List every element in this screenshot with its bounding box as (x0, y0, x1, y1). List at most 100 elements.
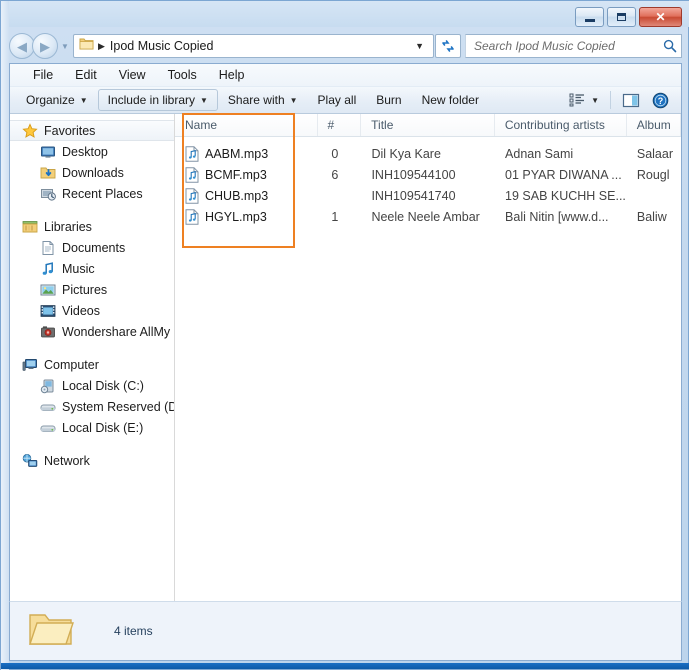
menu-help[interactable]: Help (208, 66, 256, 84)
sidebar-item-label: Recent Places (62, 187, 143, 201)
desktop-icon (40, 144, 56, 160)
local-disk-icon (40, 378, 56, 394)
play-all-label: Play all (318, 93, 357, 107)
minimize-button[interactable] (575, 7, 604, 27)
search-input[interactable] (474, 39, 663, 53)
computer-icon (22, 357, 38, 373)
cell-artists: 19 SAB KUCHH SE... (495, 189, 627, 203)
column-header-title[interactable]: Title (361, 114, 495, 136)
sidebar-item-label: Documents (62, 241, 125, 255)
burn-button[interactable]: Burn (366, 89, 411, 111)
sidebar-gap (10, 204, 174, 216)
file-list-pane[interactable]: Name # Title Contributing artists Album (175, 114, 681, 661)
sidebar-item-libraries[interactable]: Libraries (10, 216, 174, 237)
documents-icon (40, 240, 56, 256)
videos-icon (40, 303, 56, 319)
cell-number: 0 (317, 147, 361, 161)
address-dropdown-button[interactable]: ▼ (408, 41, 431, 51)
close-button[interactable]: ✕ (639, 7, 682, 27)
menu-file[interactable]: File (22, 66, 64, 84)
cell-album: Rougl (627, 168, 681, 182)
sidebar-item-label: Wondershare AllMy (62, 325, 170, 339)
cell-title: Dil Kya Kare (361, 147, 495, 161)
cell-name[interactable]: CHUB.mp3 (175, 188, 317, 204)
change-view-button[interactable]: ▼ (563, 89, 605, 111)
sidebar-item-videos[interactable]: Videos (10, 300, 174, 321)
file-name-label: BCMF.mp3 (205, 168, 267, 182)
mp3-file-icon (185, 209, 199, 225)
cell-name[interactable]: HGYL.mp3 (175, 209, 317, 225)
recent-places-icon (40, 186, 56, 202)
column-header-row: Name # Title Contributing artists Album (175, 114, 681, 137)
search-icon[interactable] (663, 39, 677, 53)
navigation-pane[interactable]: Favorites Desktop (10, 114, 175, 661)
titlebar-buttons: ✕ (575, 6, 682, 28)
cell-album: Salaar (627, 147, 681, 161)
cell-title: INH109541740 (361, 189, 495, 203)
column-header-name[interactable]: Name (175, 114, 318, 136)
sidebar-item-label: Libraries (44, 220, 92, 234)
preview-pane-button[interactable] (616, 89, 646, 111)
table-row[interactable]: AABM.mp3 0 Dil Kya Kare Adnan Sami Salaa… (175, 143, 681, 164)
sidebar-item-downloads[interactable]: Downloads (10, 162, 174, 183)
svg-text:?: ? (658, 96, 664, 106)
table-row[interactable]: BCMF.mp3 6 INH109544100 01 PYAR DIWANA .… (175, 164, 681, 185)
cell-title: Neele Neele Ambar (361, 210, 495, 224)
cell-artists: Adnan Sami (495, 147, 627, 161)
sidebar-item-desktop[interactable]: Desktop (10, 141, 174, 162)
organize-button[interactable]: Organize ▼ (16, 89, 98, 111)
maximize-button[interactable] (607, 7, 636, 27)
chevron-down-icon: ▼ (290, 96, 298, 105)
burn-label: Burn (376, 93, 401, 107)
sidebar-item-label: Pictures (62, 283, 107, 297)
cell-name[interactable]: BCMF.mp3 (175, 167, 317, 183)
sidebar-item-favorites[interactable]: Favorites (10, 120, 174, 141)
forward-arrow-icon: ▶ (40, 40, 50, 53)
mp3-file-icon (185, 146, 199, 162)
cell-name[interactable]: AABM.mp3 (175, 146, 317, 162)
sidebar-item-wondershare[interactable]: Wondershare AllMy (10, 321, 174, 342)
new-folder-button[interactable]: New folder (412, 89, 489, 111)
table-row[interactable]: HGYL.mp3 1 Neele Neele Ambar Bali Nitin … (175, 206, 681, 227)
column-header-number[interactable]: # (318, 114, 362, 136)
sidebar-item-computer[interactable]: Computer (10, 354, 174, 375)
sidebar-item-recent-places[interactable]: Recent Places (10, 183, 174, 204)
sidebar-item-system-reserved-d[interactable]: System Reserved (D: (10, 396, 174, 417)
sidebar-item-pictures[interactable]: Pictures (10, 279, 174, 300)
explorer-window: ✕ ◀ ▶ ▼ ▶ Ipod Music Copied ▼ (0, 0, 689, 670)
help-button[interactable]: ? (646, 89, 675, 111)
menu-view[interactable]: View (108, 66, 157, 84)
breadcrumb-current-folder[interactable]: Ipod Music Copied (110, 39, 408, 53)
sidebar-item-label: Local Disk (E:) (62, 421, 143, 435)
recent-pages-button[interactable]: ▼ (58, 42, 72, 51)
sidebar-item-network[interactable]: Network (10, 450, 174, 471)
sidebar-item-documents[interactable]: Documents (10, 237, 174, 258)
column-header-album[interactable]: Album (627, 114, 681, 136)
new-folder-label: New folder (422, 93, 479, 107)
play-all-button[interactable]: Play all (308, 89, 367, 111)
menu-edit[interactable]: Edit (64, 66, 108, 84)
sidebar-item-label: Local Disk (C:) (62, 379, 144, 393)
refresh-button[interactable] (435, 34, 461, 58)
search-box[interactable] (465, 34, 682, 58)
table-row[interactable]: CHUB.mp3 INH109541740 19 SAB KUCHH SE... (175, 185, 681, 206)
file-name-label: CHUB.mp3 (205, 189, 268, 203)
explorer-body: Favorites Desktop (10, 114, 681, 661)
sidebar-item-label: Network (44, 454, 90, 468)
maximize-icon (617, 13, 626, 21)
sidebar-item-music[interactable]: Music (10, 258, 174, 279)
address-toolbar: ◀ ▶ ▼ ▶ Ipod Music Copied ▼ (9, 31, 682, 61)
sidebar-item-label: Downloads (62, 166, 124, 180)
cell-title: INH109544100 (361, 168, 495, 182)
sidebar-item-local-disk-c[interactable]: Local Disk (C:) (10, 375, 174, 396)
mp3-file-icon (185, 167, 199, 183)
forward-button[interactable]: ▶ (32, 33, 58, 59)
column-header-contributing-artists[interactable]: Contributing artists (495, 114, 627, 136)
include-in-library-button[interactable]: Include in library ▼ (98, 89, 218, 111)
menu-tools[interactable]: Tools (157, 66, 208, 84)
share-with-button[interactable]: Share with ▼ (218, 89, 308, 111)
sidebar-item-local-disk-e[interactable]: Local Disk (E:) (10, 417, 174, 438)
command-toolbar: Organize ▼ Include in library ▼ Share wi… (10, 86, 681, 114)
address-bar[interactable]: ▶ Ipod Music Copied ▼ (73, 34, 434, 58)
sidebar-gap (10, 342, 174, 354)
